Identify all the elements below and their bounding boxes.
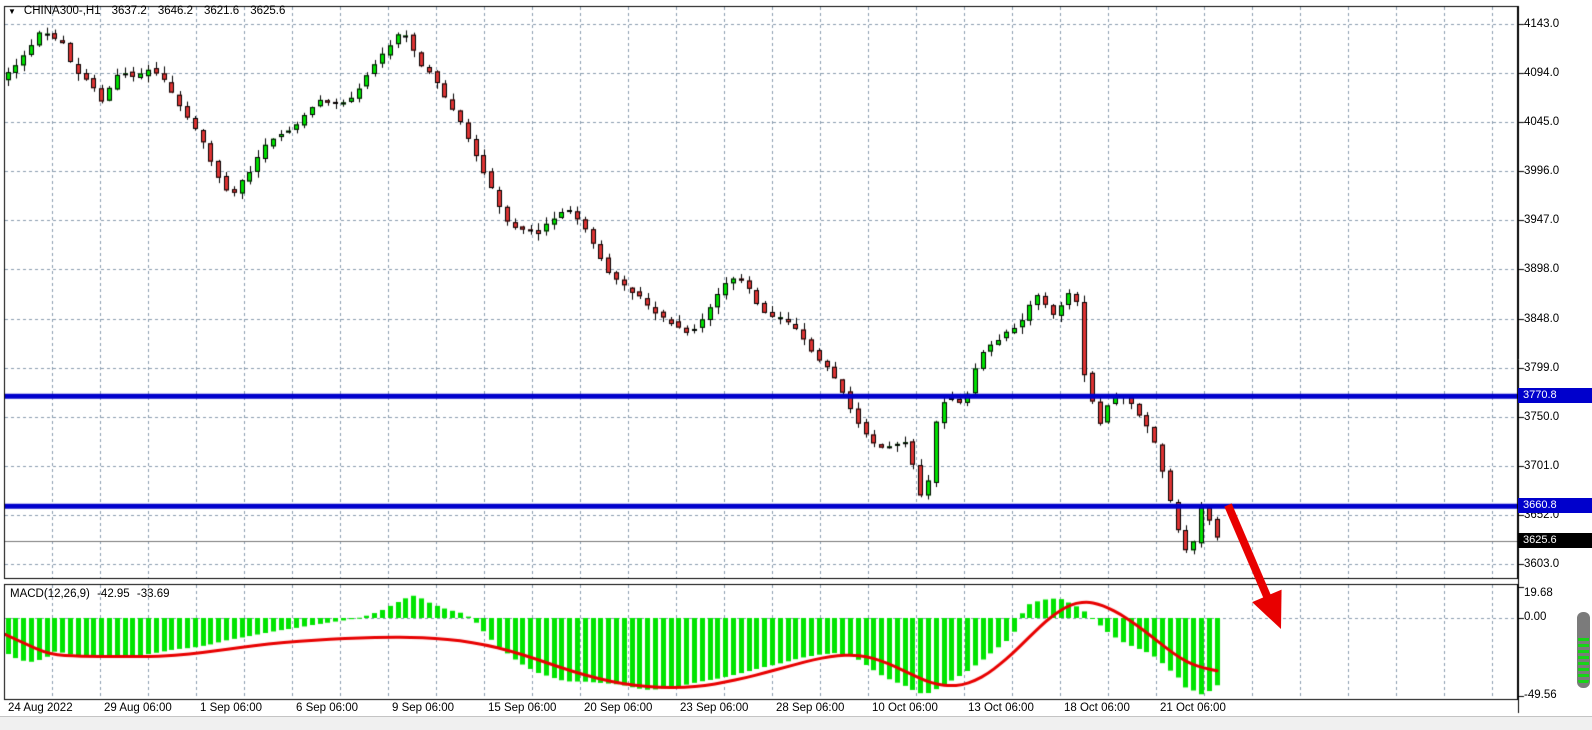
high-value: 3646.2: [158, 5, 193, 17]
time-tick-label: 23 Sep 06:00: [680, 702, 748, 714]
time-tick-label: 6 Sep 06:00: [296, 702, 358, 714]
price-tick-label: 4143.0: [1524, 17, 1559, 31]
time-tick-label: 13 Oct 06:00: [968, 702, 1034, 714]
time-tick-label: 9 Sep 06:00: [392, 702, 454, 714]
chart-header: ▼ CHINA300-,H1 3637.2 3646.2 3621.6 3625…: [8, 5, 285, 17]
low-value: 3621.6: [204, 5, 239, 17]
hline-price-badge: 3770.8: [1518, 388, 1592, 403]
time-tick-label: 15 Sep 06:00: [488, 702, 556, 714]
close-value: 3625.6: [250, 5, 285, 17]
macd-main-value: -42.95: [97, 588, 130, 600]
time-tick-label: 10 Oct 06:00: [872, 702, 938, 714]
price-tick-label: 3898.0: [1524, 262, 1559, 276]
collapse-triangle-icon[interactable]: ▼: [8, 6, 16, 17]
last-price-badge: 3625.6: [1518, 533, 1592, 548]
macd-tick-label: 19.68: [1524, 586, 1553, 600]
price-tick-label: 3701.0: [1524, 459, 1559, 473]
price-tick-label: 3947.0: [1524, 213, 1559, 227]
macd-indicator-label: MACD(12,26,9) -42.95 -33.69: [10, 588, 174, 600]
price-tick-label: 3750.0: [1524, 410, 1559, 424]
mt4-chart-window: { "header": { "symbol_period": "CHINA300…: [0, 0, 1592, 730]
price-tick-label: 3848.0: [1524, 312, 1559, 326]
time-tick-label: 20 Sep 06:00: [584, 702, 652, 714]
time-tick-label: 18 Oct 06:00: [1064, 702, 1130, 714]
macd-tick-label: 0.00: [1524, 610, 1546, 624]
time-tick-label: 1 Sep 06:00: [200, 702, 262, 714]
price-tick-label: 3603.0: [1524, 557, 1559, 571]
price-tick-label: 4045.0: [1524, 115, 1559, 129]
chart-area[interactable]: [0, 0, 1592, 730]
time-tick-label: 29 Aug 06:00: [104, 702, 172, 714]
price-tick-label: 3996.0: [1524, 164, 1559, 178]
symbol-period-label: CHINA300-,H1: [24, 5, 101, 17]
time-tick-label: 24 Aug 2022: [8, 702, 73, 714]
grip-stripes: [1578, 638, 1589, 685]
hline-price-badge: 3660.8: [1518, 498, 1592, 513]
macd-signal-value: -33.69: [137, 588, 170, 600]
scrollbar-grip[interactable]: [1577, 612, 1590, 688]
time-tick-label: 28 Sep 06:00: [776, 702, 844, 714]
price-tick-label: 3799.0: [1524, 361, 1559, 375]
macd-tick-label: -49.56: [1524, 688, 1557, 702]
open-value: 3637.2: [112, 5, 147, 17]
price-tick-label: 4094.0: [1524, 66, 1559, 80]
time-tick-label: 21 Oct 06:00: [1160, 702, 1226, 714]
window-bottom-strip: [0, 716, 1592, 730]
macd-name: MACD(12,26,9): [10, 588, 90, 600]
